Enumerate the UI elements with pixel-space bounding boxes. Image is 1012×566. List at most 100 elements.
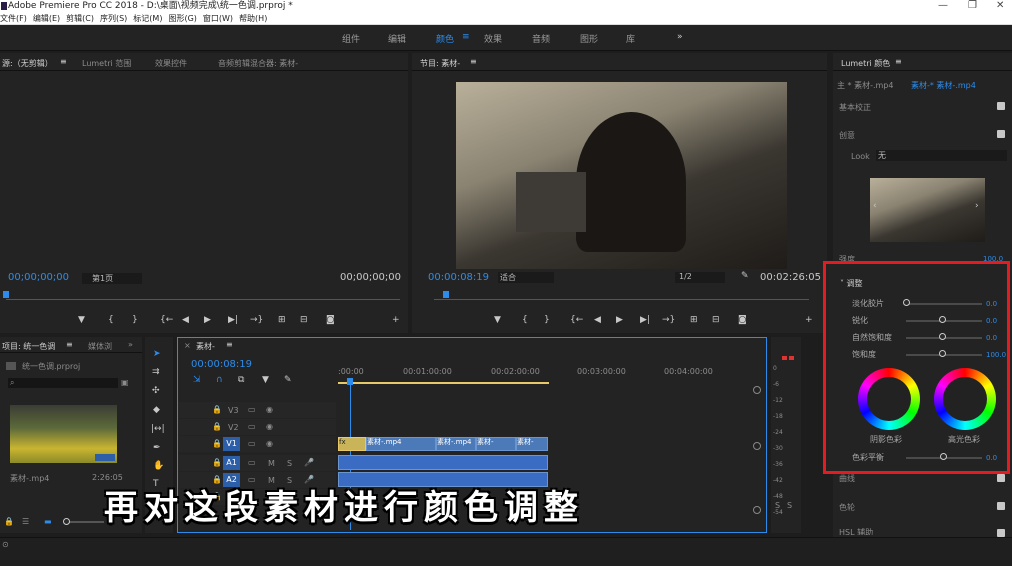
- menu-help[interactable]: 帮助(H): [239, 14, 267, 23]
- tab-menu-icon[interactable]: ≡: [60, 57, 67, 66]
- page-select[interactable]: 第1页: [82, 273, 142, 284]
- audio-clip-a1[interactable]: [338, 455, 548, 470]
- project-more-icon[interactable]: »: [128, 340, 133, 349]
- tab-media-browser[interactable]: 媒体浏: [88, 341, 112, 352]
- scroll-handle[interactable]: [753, 386, 761, 394]
- track-lock-icon[interactable]: 🔒: [212, 439, 222, 448]
- look-select[interactable]: 无: [876, 150, 1007, 161]
- menu-sequence[interactable]: 序列(S): [100, 14, 127, 23]
- adjust-slider-knob[interactable]: [903, 299, 910, 306]
- wrench-icon[interactable]: ✎: [741, 271, 749, 281]
- tab-effect-controls[interactable]: 效果控件: [155, 58, 187, 69]
- insert-icon[interactable]: ⊞: [278, 315, 286, 325]
- adjust-slider-knob[interactable]: [939, 350, 946, 357]
- program-timecode[interactable]: 00:00:08:19: [428, 272, 489, 283]
- adjust-slider-knob[interactable]: [939, 333, 946, 340]
- mute-button[interactable]: M: [268, 459, 275, 468]
- play-icon[interactable]: ▶: [204, 315, 211, 325]
- razor-tool-icon[interactable]: ◆: [153, 405, 160, 415]
- hsl-enable-checkbox[interactable]: [997, 529, 1005, 537]
- menu-clip[interactable]: 剪辑(C): [66, 14, 94, 23]
- workspace-audio[interactable]: 音频: [532, 32, 550, 45]
- tab-project[interactable]: 项目: 统一色调: [2, 341, 55, 352]
- eye-icon[interactable]: ◉: [266, 405, 273, 414]
- sync-lock-icon[interactable]: ▭: [248, 422, 256, 431]
- tab-source[interactable]: 源:（无剪辑）: [2, 58, 53, 69]
- program-add-button-icon[interactable]: +: [805, 315, 813, 325]
- program-playhead-icon[interactable]: [443, 291, 449, 298]
- eye-icon[interactable]: ◉: [266, 439, 273, 448]
- workspace-graphics[interactable]: 图形: [580, 32, 598, 45]
- solo-button[interactable]: S: [287, 459, 292, 468]
- program-scrub-bar[interactable]: [434, 299, 809, 300]
- timeline-timecode[interactable]: 00:00:08:19: [191, 359, 252, 370]
- color-balance-value[interactable]: 0.0: [986, 454, 997, 462]
- highlight-tint-wheel[interactable]: [934, 368, 996, 430]
- section-hsl[interactable]: HSL 辅助: [839, 527, 873, 535]
- snap-icon[interactable]: ∩: [216, 375, 223, 385]
- adjust-slider-knob[interactable]: [939, 316, 946, 323]
- look-preview[interactable]: [870, 178, 985, 242]
- sync-lock-icon[interactable]: ▭: [248, 439, 256, 448]
- work-area-bar[interactable]: [338, 382, 549, 384]
- step-back-icon[interactable]: ◀: [182, 315, 189, 325]
- tab-audio-mixer[interactable]: 音频剪辑混合器: 素材-: [218, 58, 298, 69]
- shadow-tint-wheel[interactable]: [858, 368, 920, 430]
- wheels-enable-checkbox[interactable]: [997, 502, 1005, 510]
- timeline-settings-icon[interactable]: ✎: [284, 375, 292, 385]
- adjust-slider-value[interactable]: 100.0: [986, 351, 1006, 359]
- track-label-a1[interactable]: A1: [223, 456, 240, 470]
- menu-marker[interactable]: 标记(M): [133, 14, 162, 23]
- adjust-slider-value[interactable]: 0.0: [986, 300, 997, 308]
- color-balance-knob[interactable]: [940, 453, 947, 460]
- workspace-assembly[interactable]: 组件: [342, 32, 360, 45]
- track-lock-icon[interactable]: 🔒: [212, 458, 222, 467]
- source-timecode[interactable]: 00;00;00;00: [8, 272, 69, 283]
- ruler[interactable]: :00:00 00:01:00:00 00:02:00:00 00:03:00:…: [338, 365, 748, 385]
- source-playhead-icon[interactable]: [3, 291, 9, 298]
- hand-tool-icon[interactable]: ✋: [153, 461, 164, 471]
- video-clip[interactable]: 素材-.mp4: [436, 437, 476, 451]
- workspace-color[interactable]: 颜色: [436, 32, 454, 45]
- track-select-tool-icon[interactable]: ⇉: [152, 367, 160, 377]
- basic-enable-checkbox[interactable]: [997, 102, 1005, 110]
- new-bin-icon[interactable]: ▣: [121, 378, 129, 387]
- minimize-icon[interactable]: —: [938, 0, 948, 12]
- timeline-close-icon[interactable]: ×: [184, 341, 191, 350]
- track-label-v1[interactable]: V1: [223, 437, 240, 451]
- sync-lock-icon[interactable]: ▭: [248, 405, 256, 414]
- ripple-edit-tool-icon[interactable]: ✣: [152, 386, 160, 396]
- eye-icon[interactable]: ◉: [266, 422, 273, 431]
- program-goto-in-icon[interactable]: {←: [570, 315, 583, 325]
- scroll-handle[interactable]: [753, 442, 761, 450]
- workspace-effects[interactable]: 效果: [484, 32, 502, 45]
- track-label-v2[interactable]: V2: [228, 423, 239, 432]
- program-mark-in-icon[interactable]: {: [522, 315, 528, 325]
- mic-icon[interactable]: 🎤: [304, 458, 314, 467]
- program-mark-out-icon[interactable]: }: [544, 315, 550, 325]
- resolution-select[interactable]: 1/2: [675, 272, 725, 283]
- lift-icon[interactable]: ⊞: [690, 315, 698, 325]
- lock-icon[interactable]: 🔒: [4, 517, 14, 526]
- section-color-wheels[interactable]: 色轮: [839, 502, 855, 513]
- program-play-icon[interactable]: ▶: [616, 315, 623, 325]
- video-clip[interactable]: 素材-: [516, 437, 548, 451]
- extract-icon[interactable]: ⊟: [712, 315, 720, 325]
- tab-lumetri-scopes[interactable]: Lumetri 范围: [82, 58, 131, 69]
- goto-in-icon[interactable]: {←: [160, 315, 173, 325]
- step-forward-icon[interactable]: ▶|: [228, 315, 238, 325]
- slip-tool-icon[interactable]: |↔|: [151, 424, 165, 434]
- pen-tool-icon[interactable]: ✒: [153, 443, 161, 453]
- add-button-icon[interactable]: +: [392, 315, 400, 325]
- fit-select[interactable]: 适合: [498, 272, 554, 283]
- workspace-editing[interactable]: 编辑: [388, 32, 406, 45]
- creative-enable-checkbox[interactable]: [997, 130, 1005, 138]
- workspace-menu-icon[interactable]: ≡: [462, 32, 470, 42]
- export-frame-icon[interactable]: ◙: [326, 315, 335, 325]
- maximize-icon[interactable]: ❐: [968, 0, 977, 12]
- marker-icon[interactable]: ▼: [78, 315, 85, 325]
- menu-edit[interactable]: 编辑(E): [33, 14, 60, 23]
- selection-tool-icon[interactable]: ➤: [153, 349, 161, 359]
- workspace-libraries[interactable]: 库: [626, 32, 635, 45]
- zoom-slider[interactable]: [64, 521, 104, 523]
